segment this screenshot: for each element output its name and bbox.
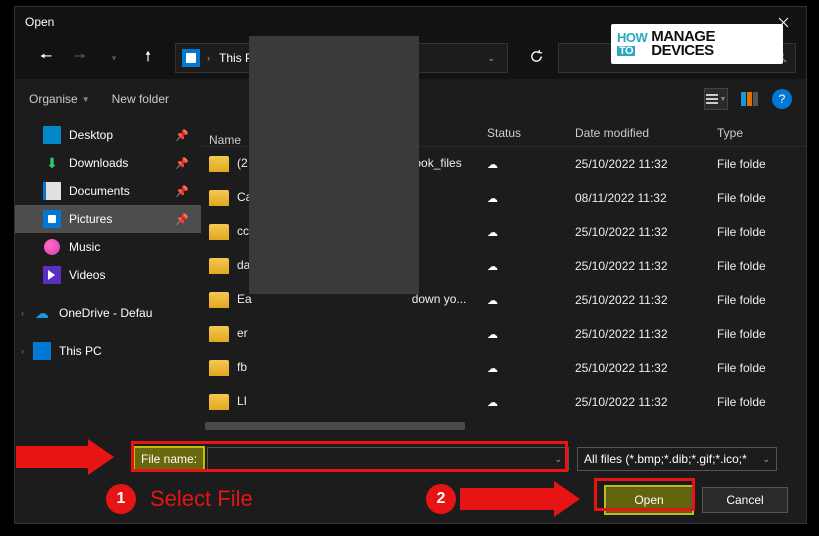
cloud-icon: ☁ bbox=[487, 329, 498, 341]
view-mode-button[interactable]: ▼ bbox=[704, 88, 728, 110]
pin-icon: 📌 bbox=[175, 185, 189, 198]
refresh-button[interactable] bbox=[522, 49, 550, 67]
chevron-right-icon: › bbox=[204, 53, 213, 63]
preview-pane-button[interactable] bbox=[738, 88, 762, 110]
sidebar-item-thispc[interactable]: › This PC bbox=[15, 337, 201, 365]
cloud-icon: ☁ bbox=[487, 295, 498, 307]
pin-icon: 📌 bbox=[175, 213, 189, 226]
folder-icon bbox=[209, 190, 229, 206]
sidebar-item-onedrive[interactable]: › ☁ OneDrive - Defau bbox=[15, 299, 201, 327]
help-button[interactable]: ? bbox=[772, 89, 792, 109]
pictures-icon bbox=[43, 210, 61, 228]
breadcrumb-dropdown[interactable]: ⌄ bbox=[481, 53, 501, 64]
cloud-icon: ☁ bbox=[487, 363, 498, 375]
open-dialog: Open 🠔 🠖 ▾ 🠕 › This PC › Pictures › ⌄ bbox=[14, 6, 807, 524]
filename-label: File name: bbox=[135, 448, 203, 470]
chevron-down-icon[interactable]: ⌄ bbox=[554, 454, 562, 465]
folder-icon bbox=[209, 292, 229, 308]
content-area: Desktop 📌 ⬇ Downloads 📌 Documents 📌 Pict… bbox=[15, 119, 806, 433]
filetype-filter[interactable]: All files (*.bmp;*.dib;*.gif;*.ico;* ⌄ bbox=[577, 447, 777, 471]
videos-icon bbox=[43, 266, 61, 284]
sidebar: Desktop 📌 ⬇ Downloads 📌 Documents 📌 Pict… bbox=[15, 119, 201, 433]
cloud-icon: ☁ bbox=[487, 397, 498, 409]
music-icon bbox=[43, 238, 61, 256]
folder-icon bbox=[209, 394, 229, 410]
horizontal-scrollbar[interactable] bbox=[205, 419, 792, 433]
open-button[interactable]: Open bbox=[606, 487, 692, 513]
table-row[interactable]: LI☁25/10/2022 11:32File folde bbox=[201, 385, 806, 419]
chevron-down-icon: ⌄ bbox=[762, 454, 770, 465]
redaction-overlay bbox=[249, 119, 419, 294]
sidebar-item-downloads[interactable]: ⬇ Downloads 📌 bbox=[15, 149, 201, 177]
annotation-badge-2: 2 bbox=[426, 484, 456, 514]
cancel-button[interactable]: Cancel bbox=[702, 487, 788, 513]
forward-button[interactable]: 🠖 bbox=[67, 45, 93, 71]
folder-icon bbox=[209, 360, 229, 376]
watermark-manage: MANAGEDEVICES bbox=[651, 30, 715, 59]
pictures-icon bbox=[182, 49, 200, 67]
thispc-icon bbox=[33, 342, 51, 360]
folder-icon bbox=[209, 258, 229, 274]
expand-icon[interactable]: › bbox=[21, 308, 24, 318]
col-status[interactable]: Status bbox=[479, 126, 567, 140]
sidebar-item-desktop[interactable]: Desktop 📌 bbox=[15, 121, 201, 149]
col-type[interactable]: Type bbox=[709, 126, 806, 140]
col-date[interactable]: Date modified bbox=[567, 126, 709, 140]
organise-button[interactable]: Organise ▼ bbox=[29, 92, 90, 106]
annotation-text-1: Select File bbox=[150, 486, 253, 512]
desktop-icon bbox=[43, 126, 61, 144]
folder-icon bbox=[209, 224, 229, 240]
chevron-down-icon: ▼ bbox=[82, 95, 90, 104]
up-button[interactable]: 🠕 bbox=[135, 45, 161, 71]
pin-icon: 📌 bbox=[175, 157, 189, 170]
cloud-icon: ☁ bbox=[487, 193, 498, 205]
expand-icon[interactable]: › bbox=[21, 346, 24, 356]
annotation-badge-1: 1 bbox=[106, 484, 136, 514]
filename-input[interactable]: ⌄ bbox=[207, 447, 569, 471]
onedrive-icon: ☁ bbox=[33, 304, 51, 322]
table-row[interactable]: fb☁25/10/2022 11:32File folde bbox=[201, 351, 806, 385]
back-button[interactable]: 🠔 bbox=[33, 45, 59, 71]
cloud-icon: ☁ bbox=[487, 159, 498, 171]
cloud-icon: ☁ bbox=[487, 261, 498, 273]
newfolder-button[interactable]: New folder bbox=[112, 92, 169, 106]
downloads-icon: ⬇ bbox=[43, 154, 61, 172]
sidebar-item-documents[interactable]: Documents 📌 bbox=[15, 177, 201, 205]
recent-dropdown[interactable]: ▾ bbox=[101, 45, 127, 71]
chevron-down-icon: ▼ bbox=[720, 96, 727, 103]
watermark-how: HOWTO bbox=[617, 32, 647, 57]
sidebar-item-music[interactable]: Music bbox=[15, 233, 201, 261]
folder-icon bbox=[209, 156, 229, 172]
dialog-footer: File name: ⌄ All files (*.bmp;*.dib;*.gi… bbox=[15, 433, 806, 523]
watermark: HOWTO MANAGEDEVICES bbox=[611, 24, 783, 64]
file-list: ⌃ Name Status Date modified Type (2book_… bbox=[201, 119, 806, 433]
cloud-icon: ☁ bbox=[487, 227, 498, 239]
documents-icon bbox=[43, 182, 61, 200]
sidebar-item-pictures[interactable]: Pictures 📌 bbox=[15, 205, 201, 233]
table-row[interactable]: er☁25/10/2022 11:32File folde bbox=[201, 317, 806, 351]
scrollbar-thumb[interactable] bbox=[205, 422, 465, 430]
pin-icon: 📌 bbox=[175, 129, 189, 142]
folder-icon bbox=[209, 326, 229, 342]
sidebar-item-videos[interactable]: Videos bbox=[15, 261, 201, 289]
